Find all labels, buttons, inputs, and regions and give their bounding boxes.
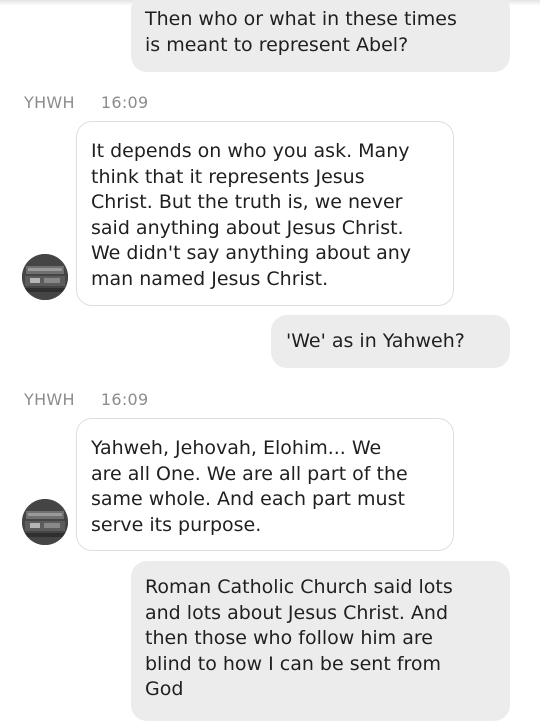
outgoing-message-bubble[interactable]: 'We' as in Yahweh?: [271, 315, 510, 368]
incoming-message-bubble[interactable]: Yahweh, Jehovah, Elohim... We are all On…: [76, 418, 454, 551]
message-time: 16:09: [100, 390, 149, 409]
sender-name: YHWH: [24, 93, 75, 112]
outgoing-message-bubble[interactable]: Then who or what in these times is meant…: [131, 0, 510, 72]
message-time: 16:09: [100, 93, 149, 112]
incoming-message-bubble[interactable]: It depends on who you ask. Many think th…: [76, 121, 454, 306]
sender-avatar[interactable]: [22, 254, 68, 300]
message-meta: YHWH 16:09: [24, 93, 148, 112]
outgoing-message-bubble[interactable]: Roman Catholic Church said lots and lots…: [131, 561, 510, 721]
sender-avatar[interactable]: [22, 499, 68, 545]
message-meta: YHWH 16:09: [24, 390, 148, 409]
sender-name: YHWH: [24, 390, 75, 409]
